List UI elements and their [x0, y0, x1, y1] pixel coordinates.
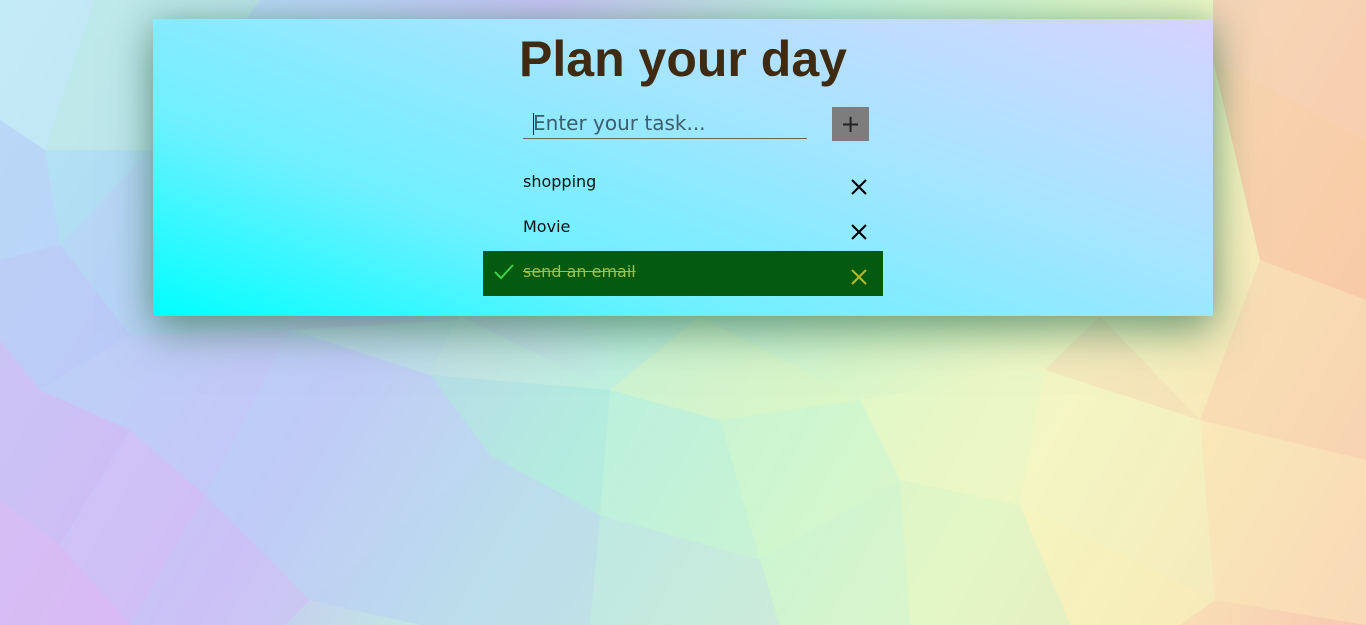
task-list: shopping Movie send an email [483, 161, 883, 296]
checkmark-icon [494, 264, 514, 280]
close-icon[interactable] [849, 222, 869, 242]
task-item[interactable]: Movie [483, 206, 883, 251]
page-title: Plan your day [519, 31, 847, 87]
task-item-completed[interactable]: send an email [483, 251, 883, 296]
task-label: shopping [523, 172, 597, 191]
task-input[interactable] [523, 107, 807, 139]
planner-card: Plan your day + shopping Movie send an e… [153, 19, 1213, 316]
task-item[interactable]: shopping [483, 161, 883, 206]
close-icon[interactable] [849, 267, 869, 287]
close-icon[interactable] [849, 177, 869, 197]
text-caret [533, 113, 534, 135]
task-label: send an email [523, 262, 636, 281]
add-task-button[interactable]: + [832, 107, 869, 141]
task-label: Movie [523, 217, 571, 236]
